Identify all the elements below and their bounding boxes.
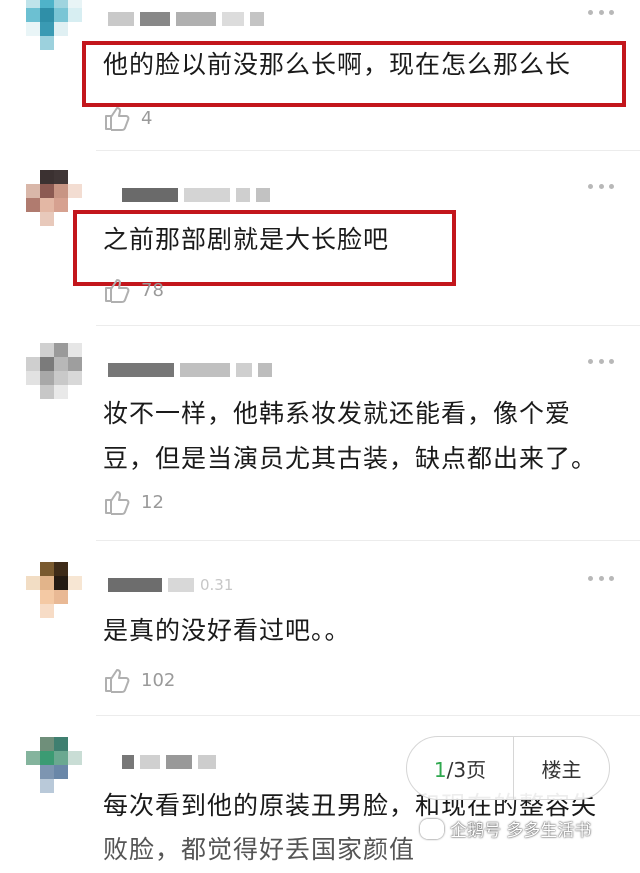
owner-only-button[interactable]: 楼主	[514, 754, 609, 783]
thumbs-up-icon	[105, 107, 130, 131]
avatar[interactable]	[26, 737, 82, 793]
username-blurred[interactable]	[108, 363, 272, 377]
like-count: 78	[141, 279, 164, 301]
like-count: 102	[141, 669, 176, 691]
comment-time: 0.31	[200, 576, 234, 594]
page-indicator-button[interactable]: 1/3页	[407, 754, 513, 783]
like-button[interactable]: 102	[103, 666, 175, 694]
avatar[interactable]	[26, 343, 82, 399]
comment-3: 妆不一样，他韩系妆发就还能看，像个爱 豆，但是当演员尤其古装，缺点都出来了。 1…	[0, 325, 640, 540]
username-blurred[interactable]	[122, 188, 270, 202]
comment-2: 之前那部剧就是大长脸吧 78	[0, 150, 640, 325]
watermark-text: 企鹅号 多多生活书	[450, 821, 592, 841]
like-button[interactable]: 4	[103, 104, 152, 132]
like-count: 4	[141, 107, 153, 129]
comment-text: 他的脸以前没那么长啊，现在怎么那么长	[103, 50, 572, 79]
total-pages: /3页	[446, 757, 487, 782]
like-count: 12	[141, 491, 164, 513]
more-dots-icon[interactable]	[588, 10, 614, 16]
current-page: 1	[433, 757, 447, 782]
thumbs-up-icon	[105, 669, 130, 693]
comment-text-line-2: 败脸，都觉得好丢国家颜值	[103, 835, 416, 864]
page-pager: 1/3页 楼主	[406, 736, 610, 800]
username-blurred[interactable]	[122, 755, 216, 769]
avatar[interactable]	[26, 562, 82, 618]
comment-4: 0.31 是真的没好看过吧。。 102	[0, 540, 640, 715]
avatar[interactable]	[26, 0, 82, 50]
more-dots-icon[interactable]	[588, 576, 614, 582]
comment-text: 是真的没好看过吧。。	[103, 616, 351, 645]
comment-text-line-1: 妆不一样，他韩系妆发就还能看，像个爱	[103, 399, 572, 428]
thumbs-up-icon	[105, 279, 130, 303]
more-dots-icon[interactable]	[588, 359, 614, 365]
more-dots-icon[interactable]	[588, 184, 614, 190]
comment-text-line-2: 豆，但是当演员尤其古装，缺点都出来了。	[103, 444, 598, 473]
like-button[interactable]: 12	[103, 488, 164, 516]
thumbs-up-icon	[105, 491, 130, 515]
comment-1: 他的脸以前没那么长啊，现在怎么那么长 4	[0, 0, 640, 150]
penguin-logo-icon	[420, 818, 444, 839]
watermark: 企鹅号 多多生活书	[420, 816, 591, 841]
username-blurred[interactable]: 0.31	[108, 576, 234, 594]
comment-text: 之前那部剧就是大长脸吧	[103, 225, 390, 254]
username-blurred[interactable]	[108, 12, 264, 26]
like-button[interactable]: 78	[103, 276, 164, 304]
